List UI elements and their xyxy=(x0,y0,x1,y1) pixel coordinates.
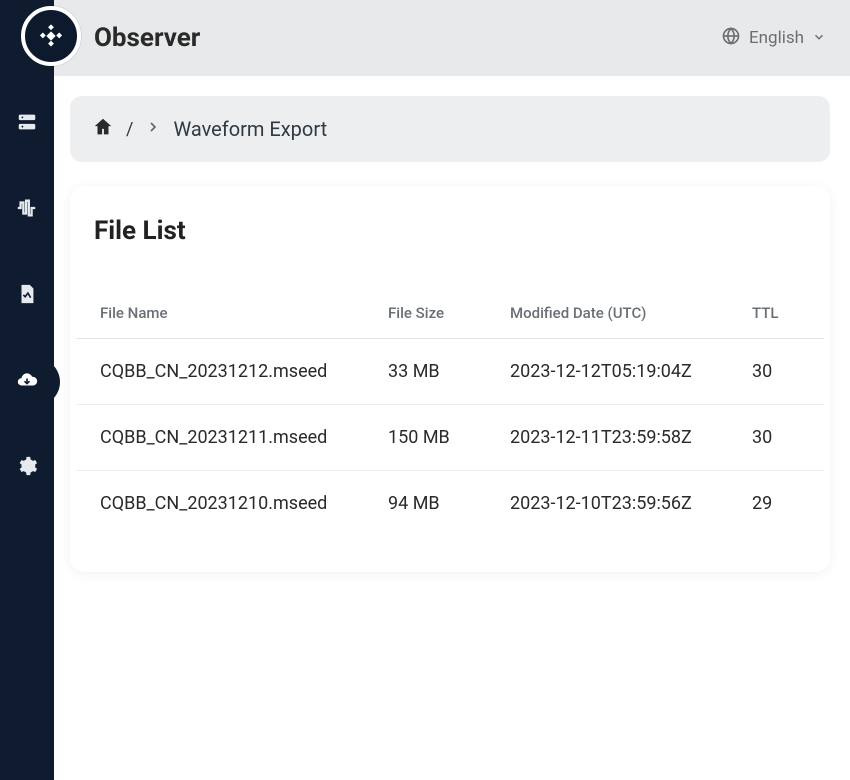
sidebar-item-settings[interactable] xyxy=(0,444,54,492)
app-header: Observer English xyxy=(0,0,850,76)
app-title: Observer xyxy=(94,23,200,53)
chevron-right-icon xyxy=(145,119,161,139)
col-header-ttl[interactable]: TTL xyxy=(728,294,824,339)
sidebar xyxy=(0,0,54,780)
server-icon xyxy=(16,111,38,137)
cell-filesize: 33 MB xyxy=(364,339,486,405)
col-header-modified[interactable]: Modified Date (UTC) xyxy=(486,294,728,339)
col-header-size[interactable]: File Size xyxy=(364,294,486,339)
breadcrumb: / Waveform Export xyxy=(70,96,830,162)
sidebar-item-file-chart[interactable] xyxy=(0,272,54,320)
file-list-panel: File List File Name File Size Modified D… xyxy=(70,186,830,572)
cell-modified: 2023-12-10T23:59:56Z xyxy=(486,471,728,537)
waveform-icon xyxy=(16,197,38,223)
home-icon[interactable] xyxy=(92,116,114,142)
cell-modified: 2023-12-11T23:59:58Z xyxy=(486,405,728,471)
app-logo[interactable] xyxy=(21,6,81,66)
breadcrumb-current: Waveform Export xyxy=(173,117,327,141)
language-label: English xyxy=(749,28,804,48)
chevron-down-icon xyxy=(812,29,826,48)
file-table: File Name File Size Modified Date (UTC) … xyxy=(70,246,830,536)
gear-icon xyxy=(16,455,38,481)
breadcrumb-separator: / xyxy=(126,119,133,140)
cell-modified: 2023-12-12T05:19:04Z xyxy=(486,339,728,405)
cell-ttl: 29 xyxy=(728,471,824,537)
cell-filename: CQBB_CN_20231212.mseed xyxy=(76,339,364,405)
col-header-name[interactable]: File Name xyxy=(76,294,364,339)
cell-filesize: 150 MB xyxy=(364,405,486,471)
file-chart-icon xyxy=(16,283,38,309)
sidebar-item-export[interactable] xyxy=(0,358,54,406)
cell-filename: CQBB_CN_20231210.mseed xyxy=(76,471,364,537)
table-row[interactable]: CQBB_CN_20231211.mseed 150 MB 2023-12-11… xyxy=(76,405,824,471)
globe-icon xyxy=(721,26,741,50)
cell-ttl: 30 xyxy=(728,405,824,471)
sidebar-item-server[interactable] xyxy=(0,100,54,148)
table-row[interactable]: CQBB_CN_20231210.mseed 94 MB 2023-12-10T… xyxy=(76,471,824,537)
cloud-download-icon xyxy=(16,369,38,395)
cell-filesize: 94 MB xyxy=(364,471,486,537)
language-picker[interactable]: English xyxy=(721,26,826,50)
table-header-row: File Name File Size Modified Date (UTC) … xyxy=(76,294,824,339)
sidebar-item-waveform[interactable] xyxy=(0,186,54,234)
content-area: / Waveform Export File List File Name Fi… xyxy=(54,76,850,780)
panel-title: File List xyxy=(70,210,830,246)
table-row[interactable]: CQBB_CN_20231212.mseed 33 MB 2023-12-12T… xyxy=(76,339,824,405)
cell-ttl: 30 xyxy=(728,339,824,405)
cell-filename: CQBB_CN_20231211.mseed xyxy=(76,405,364,471)
